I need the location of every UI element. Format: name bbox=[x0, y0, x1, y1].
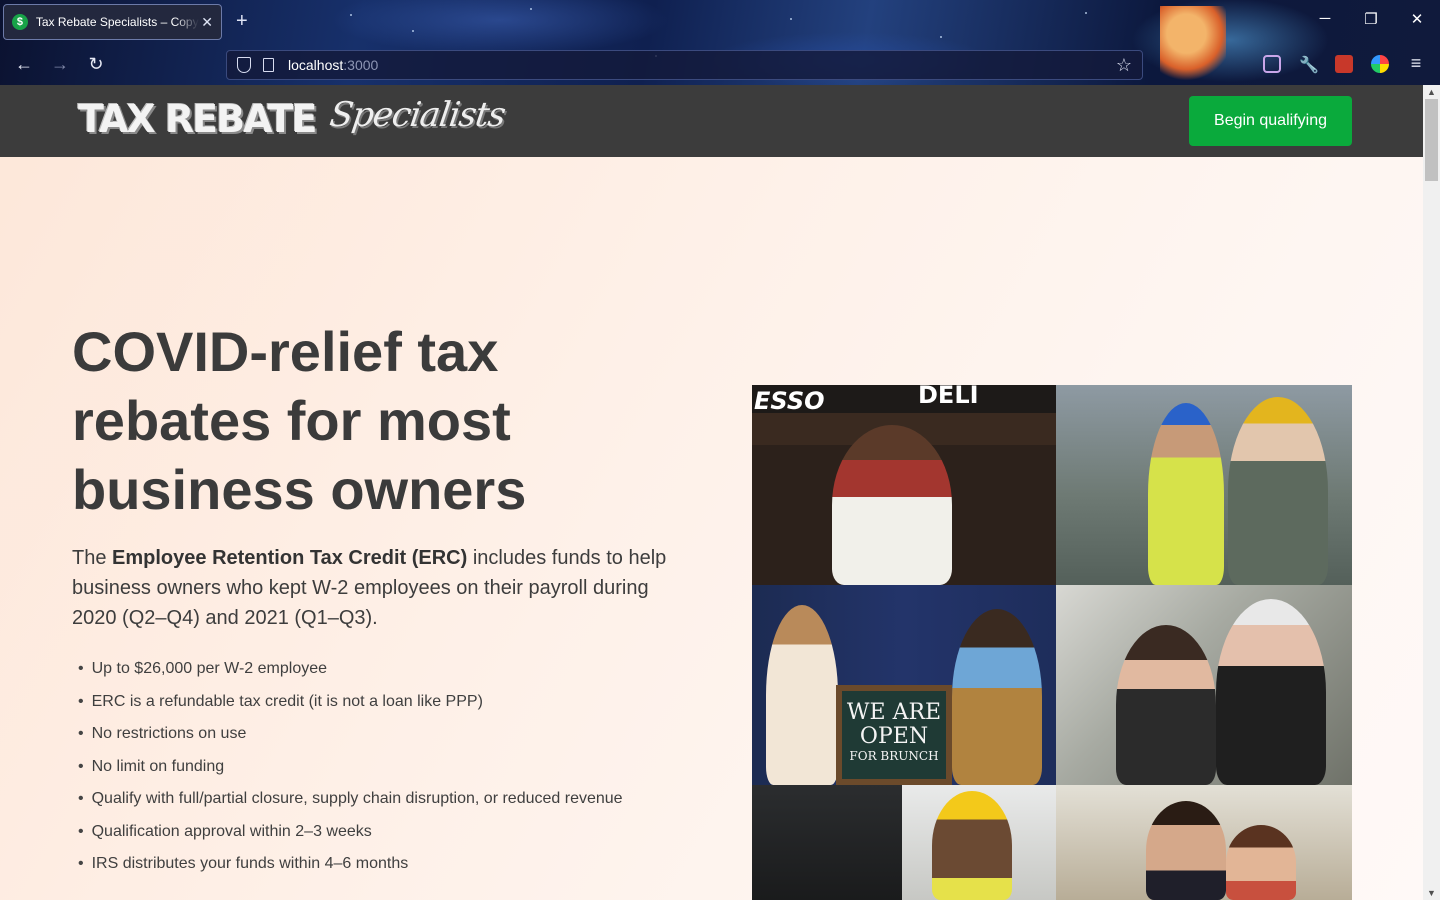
site-header: TAX REBATE Specialists Begin qualifying bbox=[0, 85, 1423, 157]
person-figure bbox=[1148, 403, 1224, 585]
page-scrollbar[interactable]: ▲ ▼ bbox=[1423, 85, 1440, 900]
scroll-down-arrow-icon[interactable]: ▼ bbox=[1423, 886, 1440, 900]
business-owners-photo-grid: ESSO DELI WE ARE OPEN FOR BRUNCH bbox=[752, 385, 1352, 900]
person-figure bbox=[766, 605, 838, 785]
photo-cafe-owners: WE ARE OPEN FOR BRUNCH bbox=[752, 585, 1056, 785]
color-extension-icon[interactable] bbox=[1371, 55, 1389, 73]
reload-button[interactable]: ↻ bbox=[85, 54, 107, 74]
photo-equipment-panel bbox=[752, 785, 902, 900]
lead-prefix: The bbox=[72, 547, 113, 569]
board-line-2: OPEN bbox=[859, 724, 929, 749]
menu-icon[interactable]: ≡ bbox=[1405, 53, 1427, 73]
person-figure bbox=[952, 609, 1042, 785]
person-figure bbox=[1116, 625, 1216, 785]
lead-bold-erc: Employee Retention Tax Credit (ERC) bbox=[112, 547, 468, 569]
address-bar[interactable]: localhost :3000 ☆ bbox=[226, 50, 1143, 80]
benefit-item: Qualification approval within 2–3 weeks bbox=[78, 820, 623, 853]
tab-title: Tax Rebate Specialists – Copyright bbox=[35, 15, 199, 29]
background-star bbox=[530, 8, 532, 10]
theme-character-art bbox=[1160, 6, 1226, 85]
red-extension-icon[interactable] bbox=[1335, 55, 1353, 73]
photo-engineer bbox=[902, 785, 1056, 900]
favicon-dollar-icon: $ bbox=[12, 14, 28, 30]
benefit-item: IRS distributes your funds within 4–6 mo… bbox=[78, 852, 623, 885]
tab-close-icon[interactable]: ✕ bbox=[201, 14, 213, 31]
new-tab-button[interactable]: + bbox=[236, 10, 248, 32]
person-figure bbox=[832, 425, 952, 585]
benefits-list: Up to $26,000 per W-2 employee ERC is a … bbox=[78, 657, 623, 885]
background-star bbox=[1085, 12, 1087, 14]
url-host: localhost bbox=[288, 57, 344, 73]
photo-construction-workers bbox=[1056, 385, 1352, 585]
background-star bbox=[940, 36, 942, 38]
photo-restaurant-owners bbox=[1056, 785, 1352, 900]
open-chalkboard-sign: WE ARE OPEN FOR BRUNCH bbox=[836, 685, 952, 785]
person-figure bbox=[1146, 801, 1226, 900]
browser-chrome: $ Tax Rebate Specialists – Copyright ✕ +… bbox=[0, 0, 1440, 85]
benefit-item: Qualify with full/partial closure, suppl… bbox=[78, 787, 623, 820]
url-port: :3000 bbox=[343, 57, 379, 73]
background-star bbox=[790, 18, 792, 20]
close-window-button[interactable]: ✕ bbox=[1405, 10, 1429, 28]
sign-espresso: ESSO bbox=[754, 387, 825, 415]
logo-script[interactable]: Specialists bbox=[327, 95, 507, 135]
photo-deli-owner: ESSO DELI bbox=[752, 385, 1056, 585]
benefit-item: No limit on funding bbox=[78, 755, 623, 788]
benefit-item: ERC is a refundable tax credit (it is no… bbox=[78, 690, 623, 723]
hero-lead: The Employee Retention Tax Credit (ERC) … bbox=[72, 543, 692, 633]
background-star bbox=[350, 14, 352, 16]
begin-qualifying-button[interactable]: Begin qualifying bbox=[1189, 96, 1352, 146]
person-figure bbox=[1228, 397, 1328, 585]
person-figure bbox=[932, 791, 1012, 900]
person-figure bbox=[1216, 599, 1326, 785]
back-button[interactable]: ← bbox=[13, 54, 35, 74]
page-info-icon[interactable] bbox=[263, 58, 274, 72]
logo-wordmark[interactable]: TAX REBATE bbox=[78, 97, 317, 141]
board-line-1: WE ARE bbox=[846, 700, 942, 725]
background-star bbox=[412, 30, 414, 32]
restore-button[interactable]: ❐ bbox=[1359, 10, 1383, 28]
benefit-item: No restrictions on use bbox=[78, 722, 623, 755]
bookmark-star-icon[interactable]: ☆ bbox=[1116, 55, 1132, 76]
scroll-up-arrow-icon[interactable]: ▲ bbox=[1423, 85, 1440, 99]
minimize-button[interactable]: ─ bbox=[1313, 10, 1337, 27]
sign-deli: DELI bbox=[918, 385, 979, 409]
tracking-shield-icon[interactable] bbox=[237, 57, 251, 73]
pocket-extension-icon[interactable] bbox=[1263, 55, 1281, 73]
person-figure bbox=[1226, 825, 1296, 900]
hero-title: COVID-relief tax rebates for most busine… bbox=[72, 320, 527, 521]
photo-florists bbox=[1056, 585, 1352, 785]
wrench-extension-icon[interactable]: 🔧 bbox=[1299, 55, 1319, 74]
benefit-item: Up to $26,000 per W-2 employee bbox=[78, 657, 623, 690]
web-page: TAX REBATE Specialists Begin qualifying … bbox=[0, 85, 1423, 900]
board-line-3: FOR BRUNCH bbox=[849, 749, 939, 763]
forward-button[interactable]: → bbox=[49, 54, 71, 74]
browser-tab-active[interactable]: $ Tax Rebate Specialists – Copyright ✕ bbox=[3, 4, 222, 40]
scrollbar-thumb[interactable] bbox=[1425, 99, 1438, 181]
